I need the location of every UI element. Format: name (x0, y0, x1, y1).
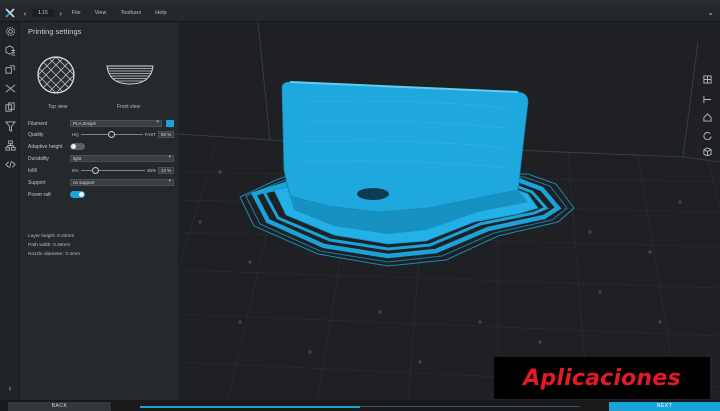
power-raft-label: Power raft (28, 191, 51, 198)
reset-icon[interactable] (702, 94, 712, 104)
infill-label: Infill (28, 167, 37, 174)
quality-max-label: FAST (144, 132, 156, 137)
infill-value: 12 (161, 168, 167, 173)
infill-slider[interactable] (80, 167, 145, 174)
watermark-logo: Aplicaciones (494, 357, 710, 399)
grid-icon[interactable] (702, 74, 712, 84)
forward-arrow-icon[interactable]: › (56, 9, 66, 18)
menu-toolbars[interactable]: Toolbars (120, 10, 141, 16)
code-icon[interactable] (0, 155, 20, 174)
durability-select[interactable]: light (70, 155, 174, 162)
build-plate-scene (178, 22, 720, 400)
quality-slider[interactable] (80, 131, 143, 138)
funnel-icon[interactable] (0, 117, 20, 136)
front-view-label: Front view (117, 104, 141, 110)
menu-view[interactable]: View (95, 10, 107, 16)
back-arrow-icon[interactable]: ‹ (20, 9, 30, 18)
progress-fill (140, 406, 360, 408)
main-menu: File View Toolbars Help (72, 10, 181, 16)
infill-row: Infill 5% 35% 12 % (28, 166, 174, 175)
cube-list-icon[interactable] (0, 41, 20, 60)
panel-title: Printing settings (28, 27, 82, 36)
menu-help[interactable]: Help (155, 10, 166, 16)
next-button[interactable]: NEXT (609, 402, 720, 411)
adaptive-height-toggle[interactable] (70, 143, 85, 150)
tree-icon[interactable] (0, 136, 20, 155)
nozzle-diameter-stat: Nozzle diameter: 0.4mm (28, 252, 80, 257)
durability-row: Durability light (28, 154, 174, 163)
quality-slider-knob[interactable] (108, 131, 116, 138)
bottom-bar: BACK NEXT (0, 400, 720, 411)
gear-icon[interactable] (0, 22, 20, 41)
collapse-panel-icon[interactable]: ‹ (0, 383, 20, 393)
infill-max-label: 35% (146, 168, 156, 173)
printing-settings-panel: Printing settings Top view Front view Fi… (20, 22, 178, 400)
quality-value-input[interactable]: 50 % (158, 131, 174, 138)
copy-icon[interactable] (0, 98, 20, 117)
filament-label: Filament (28, 120, 48, 127)
filament-select[interactable]: PLA Zesiph (70, 120, 162, 127)
front-view-icon[interactable] (105, 64, 155, 86)
infill-value-input[interactable]: 12 % (158, 167, 174, 174)
infill-min-label: 5% (72, 168, 79, 173)
power-raft-toggle[interactable] (70, 191, 85, 198)
menubar: ‹ 1.15 › File View Toolbars Help ⌄ (0, 5, 720, 22)
menu-file[interactable]: File (72, 10, 81, 16)
watermark-text: Aplicaciones (523, 365, 681, 391)
3d-viewport[interactable] (178, 22, 720, 400)
layer-height-stat: Layer height: 0.23mm (28, 234, 75, 239)
support-row: Support no support (28, 178, 174, 187)
quality-min-label: HQ (72, 132, 79, 137)
quality-row: Quality HQ FAST 50 % (28, 130, 174, 139)
scale-icon[interactable] (0, 60, 20, 79)
top-view-icon[interactable] (36, 55, 76, 95)
top-view-label: Top view (48, 104, 68, 110)
support-select[interactable]: no support (70, 179, 174, 186)
quality-label: Quality (28, 131, 44, 138)
toggle-dot (71, 144, 76, 149)
back-button[interactable]: BACK (8, 402, 111, 411)
adaptive-height-label: Adaptive height (28, 143, 63, 150)
filament-color-swatch[interactable] (166, 120, 174, 127)
cut-icon[interactable] (0, 79, 20, 98)
path-width-stat: Path width: 0.46mm (28, 243, 71, 248)
cube-outline-icon[interactable] (702, 146, 712, 156)
home-icon[interactable] (702, 112, 712, 122)
quality-unit: % (167, 132, 172, 137)
support-label: Support (28, 179, 46, 186)
infill-slider-knob[interactable] (91, 167, 99, 174)
version-selector[interactable]: 1.15 (32, 9, 54, 17)
print-stats: Layer height: 0.23mm Path width: 0.46mm … (28, 234, 80, 261)
app-logo (0, 5, 20, 22)
adaptive-height-row: Adaptive height (28, 142, 174, 151)
tool-rail: ‹ (0, 22, 20, 411)
quality-value: 50 (161, 132, 167, 137)
toggle-dot (79, 192, 84, 197)
infill-unit: % (167, 168, 172, 173)
power-raft-row: Power raft (28, 190, 174, 199)
filament-row: Filament PLA Zesiph (28, 119, 174, 128)
durability-label: Durability (28, 155, 49, 162)
rotate-icon[interactable] (702, 130, 712, 140)
settings-dropdown-icon[interactable]: ⌄ (707, 8, 714, 17)
